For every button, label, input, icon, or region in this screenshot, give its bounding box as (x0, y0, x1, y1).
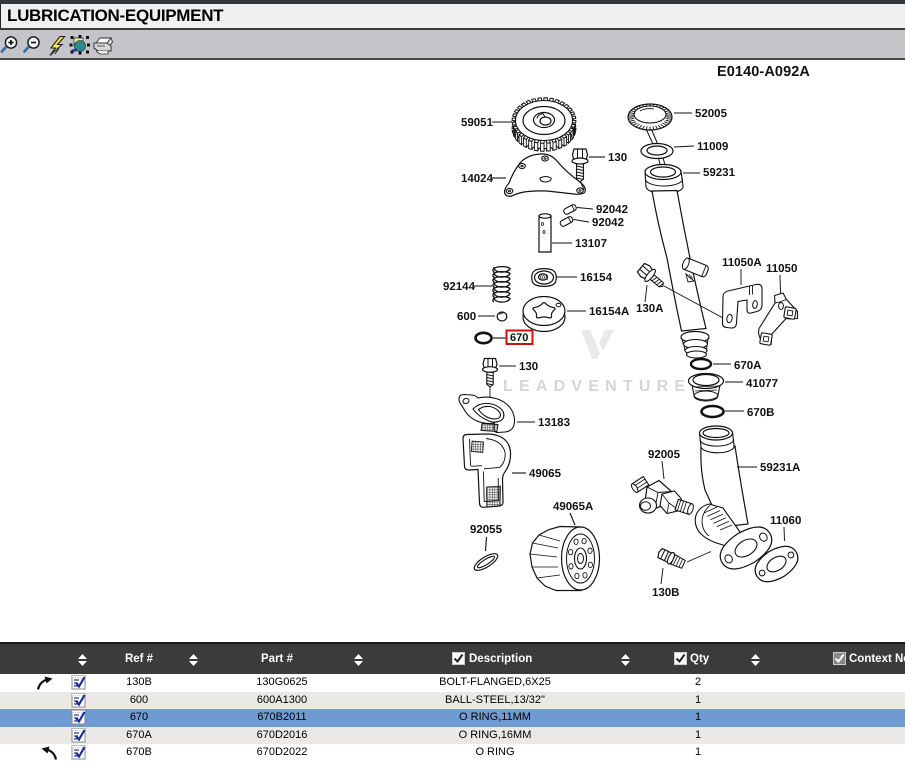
svg-text:LEADVENTURE: LEADVENTURE (503, 378, 691, 395)
svg-text:59231A: 59231A (760, 462, 800, 474)
svg-text:11009: 11009 (697, 141, 728, 153)
svg-text:130: 130 (608, 152, 627, 164)
svg-text:600: 600 (457, 311, 476, 323)
svg-text:130: 130 (519, 361, 538, 373)
svg-text:11050A: 11050A (722, 257, 762, 269)
svg-text:49065A: 49065A (553, 501, 593, 513)
svg-text:41077: 41077 (746, 378, 778, 390)
svg-text:11060: 11060 (770, 515, 801, 527)
svg-text:130B: 130B (652, 587, 680, 599)
svg-text:59051: 59051 (461, 117, 494, 129)
svg-text:59231: 59231 (703, 167, 736, 179)
svg-text:92005: 92005 (648, 449, 681, 461)
svg-text:E0140-A092A: E0140-A092A (717, 64, 810, 80)
svg-text:670A: 670A (734, 360, 762, 372)
svg-text:11050: 11050 (766, 263, 797, 275)
svg-text:13107: 13107 (575, 238, 607, 250)
svg-text:92144: 92144 (443, 281, 476, 293)
svg-text:670B: 670B (747, 407, 775, 419)
svg-text:670: 670 (510, 332, 528, 344)
svg-text:16154A: 16154A (589, 306, 629, 318)
svg-text:16154: 16154 (580, 272, 613, 284)
svg-text:92055: 92055 (470, 524, 503, 536)
svg-text:52005: 52005 (695, 108, 728, 120)
svg-text:49065: 49065 (529, 468, 562, 480)
svg-text:130A: 130A (636, 303, 664, 315)
svg-text:92042: 92042 (592, 217, 624, 229)
svg-text:14024: 14024 (461, 173, 494, 185)
svg-text:92042: 92042 (596, 204, 628, 216)
svg-text:13183: 13183 (538, 417, 570, 429)
